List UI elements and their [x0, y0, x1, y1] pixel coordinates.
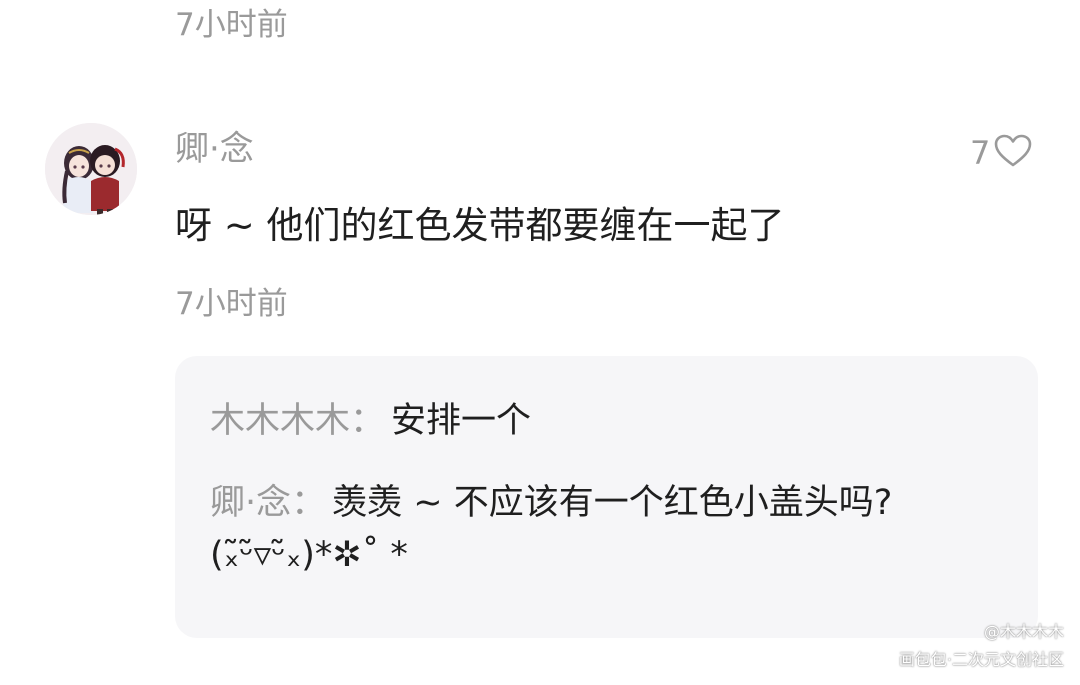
- previous-comment-timestamp: 7小时前: [175, 7, 288, 43]
- comment-username[interactable]: 卿·念: [175, 132, 254, 166]
- reply-text: 安排一个: [391, 401, 532, 441]
- avatar-icon[interactable]: [45, 123, 137, 215]
- reply-item[interactable]: 卿·念： 羡羡 ~ 不应该有一个红色小盖头吗? (ₓ̃ᵕ̃▿ᵕ̃ₓ)*✲˚ *: [210, 482, 1010, 578]
- reply-author[interactable]: 卿·念: [210, 483, 291, 523]
- reply-text: 羡羡 ~ 不应该有一个红色小盖头吗?: [332, 483, 893, 523]
- like-count: 7: [970, 134, 991, 172]
- watermark-site: 画包包·二次元文创社区: [898, 650, 1064, 669]
- reply-separator: ：: [291, 483, 327, 523]
- reply-separator: ：: [350, 401, 386, 441]
- reply-item[interactable]: 木木木木： 安排一个: [210, 400, 531, 444]
- like-button[interactable]: 7: [970, 134, 1032, 172]
- heart-outline-icon[interactable]: [994, 134, 1032, 172]
- comment-timestamp: 7小时前: [175, 286, 288, 322]
- reply-text-emoticon: (ₓ̃ᵕ̃▿ᵕ̃ₓ)*✲˚ *: [210, 534, 408, 575]
- comment-body: 呀 ~ 他们的红色发带都要缠在一起了: [175, 204, 785, 247]
- watermark-author: @木木木木: [983, 622, 1064, 641]
- replies-container[interactable]: 木木木木： 安排一个 卿·念： 羡羡 ~ 不应该有一个红色小盖头吗? (ₓ̃ᵕ̃▿ᵕ…: [175, 356, 1038, 638]
- reply-author[interactable]: 木木木木: [210, 401, 350, 441]
- comment-thread: 7小时前 卿·念 7 呀 ~ 他们的红色发带都要缠在一起了 7小时前 木木木木：…: [0, 0, 1080, 685]
